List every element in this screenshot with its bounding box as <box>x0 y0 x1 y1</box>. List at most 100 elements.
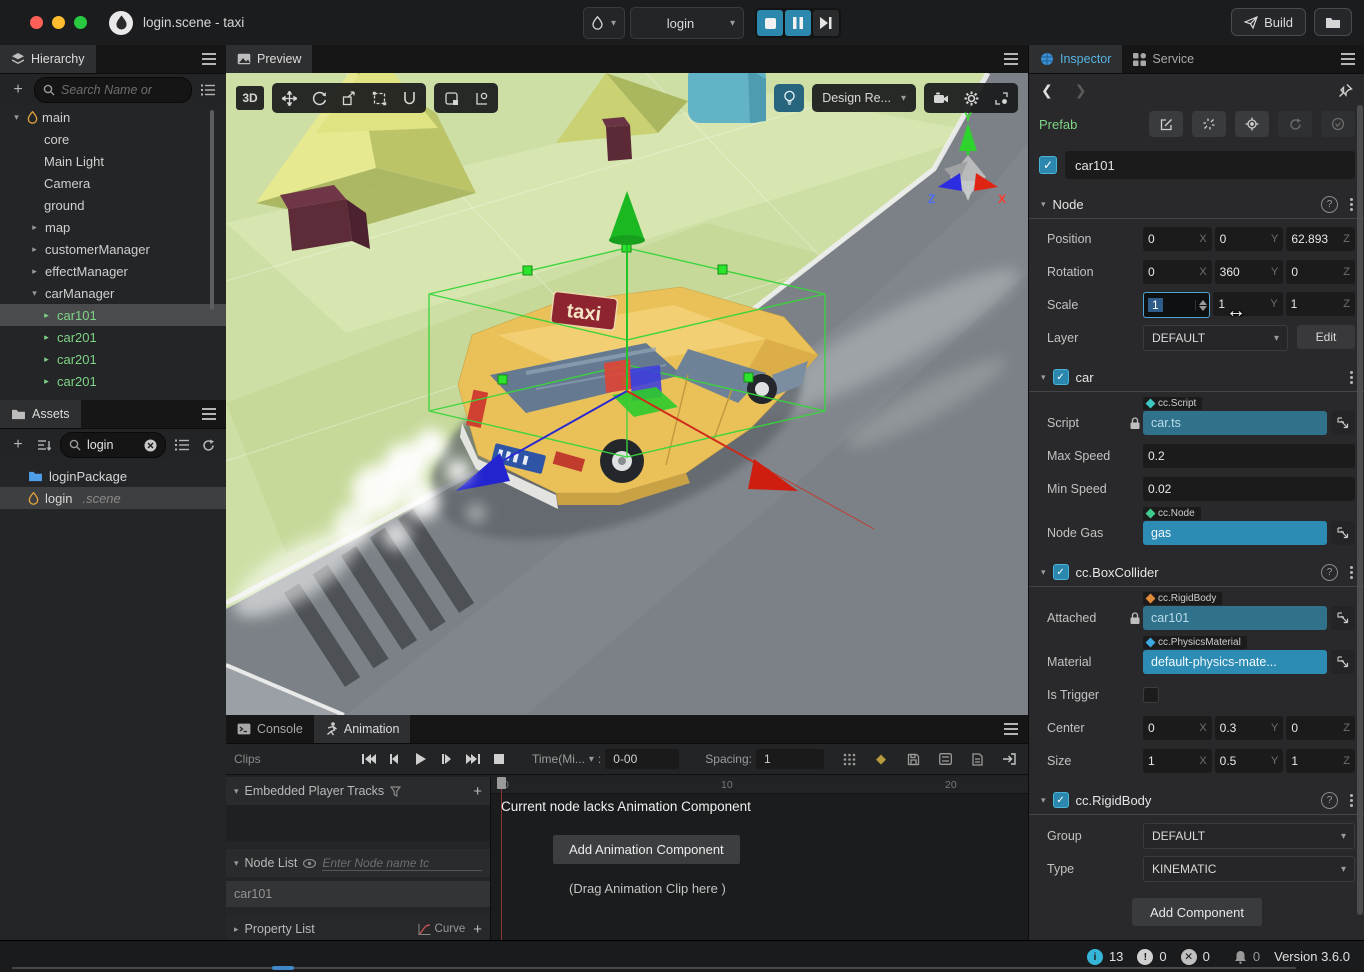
hierarchy-menu-icon[interactable] <box>202 58 216 60</box>
asset-scene-login[interactable]: login .scene <box>0 487 226 509</box>
prefab-apply-button[interactable] <box>1321 111 1355 137</box>
history-forward-button[interactable]: ❯ <box>1075 82 1087 99</box>
close-window-button[interactable] <box>30 16 43 29</box>
lighting-toggle-button[interactable] <box>774 84 804 112</box>
component-enabled-checkbox[interactable]: ✓ <box>1053 369 1069 385</box>
embedded-tracks-header[interactable]: ▾ Embedded Player Tracks + <box>226 777 490 805</box>
min-speed-input[interactable]: 0.02 <box>1143 477 1355 501</box>
inspector-scrollbar[interactable] <box>1357 105 1363 915</box>
preview-menu-icon[interactable] <box>1004 58 1018 60</box>
pause-button[interactable] <box>785 10 811 36</box>
help-icon[interactable]: ? <box>1321 564 1338 581</box>
time-unit-dropdown[interactable]: Time(Mi... ▾ <box>532 752 594 766</box>
pivot-rotation-icon[interactable] <box>467 86 495 110</box>
minimize-window-button[interactable] <box>52 16 65 29</box>
error-messages[interactable]: ✕ 0 <box>1181 949 1210 965</box>
rotation-x-input[interactable]: 0X <box>1143 260 1212 284</box>
hierarchy-scrollbar[interactable] <box>210 110 214 310</box>
create-asset-button[interactable]: + <box>8 435 28 455</box>
clip-list-icon[interactable] <box>934 749 956 769</box>
script-picker-button[interactable] <box>1331 411 1355 435</box>
list-view-icon[interactable] <box>198 80 218 100</box>
tab-inspector[interactable]: Inspector <box>1029 45 1122 73</box>
section-node[interactable]: ▾ Node ? <box>1029 190 1364 219</box>
jump-first-frame-button[interactable] <box>358 749 380 769</box>
tab-assets[interactable]: Assets <box>0 400 81 428</box>
platform-dropdown[interactable]: ▾ <box>583 7 625 39</box>
center-y-input[interactable]: 0.3Y <box>1215 716 1284 740</box>
create-node-button[interactable]: + <box>8 80 28 100</box>
tree-node[interactable]: ▸car201 <box>0 348 226 370</box>
prefab-revert-button[interactable] <box>1278 111 1312 137</box>
node-list-header[interactable]: ▾ Node List Enter Node name tc <box>226 849 490 877</box>
prev-frame-button[interactable] <box>384 749 406 769</box>
move-tool-icon[interactable] <box>275 86 303 110</box>
node-active-checkbox[interactable]: ✓ <box>1039 156 1057 174</box>
pivot-position-icon[interactable] <box>437 86 465 110</box>
node-name-filter-input[interactable]: Enter Node name tc <box>322 856 482 871</box>
playhead-handle[interactable] <box>497 777 506 789</box>
add-component-button[interactable]: Add Component <box>1132 898 1262 926</box>
asset-folder-loginPackage[interactable]: loginPackage <box>0 465 226 487</box>
prefab-edit-button[interactable] <box>1149 111 1183 137</box>
tree-node[interactable]: Main Light <box>0 150 226 172</box>
notifications[interactable]: 0 <box>1234 949 1260 964</box>
viewport-settings-icon[interactable] <box>987 86 1015 110</box>
tree-node[interactable]: Camera <box>0 172 226 194</box>
add-property-button[interactable]: + <box>473 921 482 938</box>
scale-z-input[interactable]: 1Z <box>1286 292 1355 316</box>
tree-node-main[interactable]: ▾ main <box>0 106 226 128</box>
stop-button[interactable] <box>757 10 783 36</box>
prefab-unlink-button[interactable] <box>1192 111 1226 137</box>
group-dropdown[interactable]: DEFAULT▾ <box>1143 823 1355 849</box>
pin-icon[interactable] <box>1338 83 1353 98</box>
tab-animation[interactable]: Animation <box>314 715 411 743</box>
position-y-input[interactable]: 0Y <box>1215 227 1284 251</box>
section-car[interactable]: ▾ ✓ car <box>1029 363 1364 392</box>
assets-search-input[interactable]: login <box>60 432 166 458</box>
tree-node[interactable]: ▸car201 <box>0 370 226 392</box>
section-box-collider[interactable]: ▾ ✓ cc.BoxCollider ? <box>1029 558 1364 587</box>
number-spinner[interactable] <box>1195 300 1207 311</box>
history-back-button[interactable]: ❮ <box>1041 82 1053 99</box>
list-view-icon[interactable] <box>172 435 192 455</box>
scale-x-input-focused[interactable]: 1 <box>1143 292 1210 318</box>
layer-edit-button[interactable]: Edit <box>1297 325 1355 349</box>
tab-service[interactable]: Service <box>1122 45 1205 73</box>
position-x-input[interactable]: 0X <box>1143 227 1212 251</box>
tree-node[interactable]: ▸map <box>0 216 226 238</box>
animation-timeline[interactable]: 0 10 20 Current node lacks Animation Com… <box>491 777 1028 940</box>
inspector-menu-icon[interactable] <box>1341 58 1355 60</box>
material-picker-button[interactable] <box>1331 650 1355 674</box>
maximize-window-button[interactable] <box>74 16 87 29</box>
scale-y-input[interactable]: 1Y <box>1213 292 1282 316</box>
hierarchy-search-input[interactable]: Search Name or <box>34 77 192 103</box>
property-list-header[interactable]: ▸ Property List Curve + <box>226 915 490 943</box>
orientation-gizmo[interactable]: Y Z X <box>928 111 1008 207</box>
center-z-input[interactable]: 0Z <box>1286 716 1355 740</box>
attached-picker-button[interactable] <box>1331 606 1355 630</box>
help-icon[interactable]: ? <box>1321 196 1338 213</box>
kebab-menu-icon[interactable] <box>1350 198 1353 211</box>
save-clip-icon[interactable] <box>902 749 924 769</box>
node-gas-picker-button[interactable] <box>1331 521 1355 545</box>
step-button[interactable] <box>813 10 839 36</box>
camera-settings-icon[interactable] <box>927 86 955 110</box>
script-reference-field[interactable]: car.ts <box>1143 411 1327 435</box>
scene-select-dropdown[interactable]: login ▾ <box>630 7 744 39</box>
tree-node[interactable]: core <box>0 128 226 150</box>
clear-search-icon[interactable] <box>144 439 157 452</box>
play-button[interactable] <box>410 749 432 769</box>
exit-animation-mode-icon[interactable] <box>998 749 1020 769</box>
size-y-input[interactable]: 0.5Y <box>1215 749 1284 773</box>
material-reference-field[interactable]: default-physics-mate... <box>1143 650 1327 674</box>
current-time-input[interactable]: 0-00 <box>605 749 679 769</box>
kebab-menu-icon[interactable] <box>1350 794 1353 807</box>
next-frame-button[interactable] <box>436 749 458 769</box>
info-messages[interactable]: i 13 <box>1087 949 1123 965</box>
size-z-input[interactable]: 1Z <box>1286 749 1355 773</box>
open-project-folder-button[interactable] <box>1314 8 1352 36</box>
clip-doc-icon[interactable] <box>966 749 988 769</box>
size-x-input[interactable]: 1X <box>1143 749 1212 773</box>
render-mode-dropdown[interactable]: Design Re... ▾ <box>812 84 916 112</box>
